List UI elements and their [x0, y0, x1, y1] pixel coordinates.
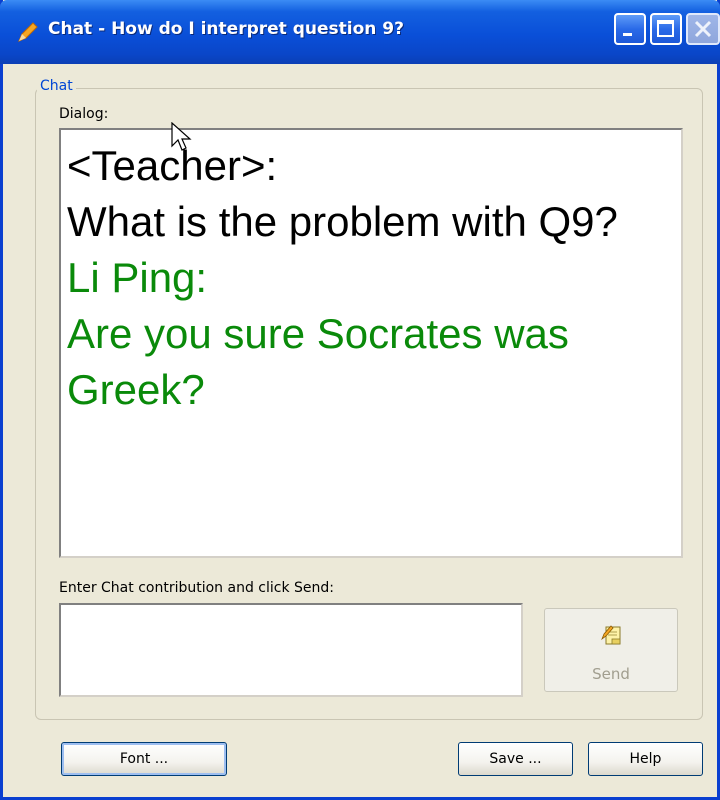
save-button[interactable]: Save ... — [458, 742, 573, 776]
title-bar[interactable]: Chat - How do I interpret question 9? — [0, 0, 720, 64]
maximize-button[interactable] — [650, 13, 682, 45]
message-sender: <Teacher>: — [67, 142, 278, 189]
message-text: Are you sure Socrates was Greek? — [67, 310, 569, 413]
minimize-button[interactable] — [614, 13, 646, 45]
note-pencil-icon — [601, 625, 621, 645]
help-button[interactable]: Help — [588, 742, 703, 776]
window-title: Chat - How do I interpret question 9? — [48, 19, 404, 39]
send-label: Send — [592, 665, 630, 683]
pencil-icon — [18, 22, 38, 42]
maximize-icon — [657, 20, 674, 37]
chat-contribution-input[interactable] — [59, 603, 523, 697]
mouse-cursor-icon — [171, 122, 192, 151]
minimize-icon — [623, 33, 632, 36]
font-button[interactable]: Font ... — [61, 742, 227, 776]
chat-window: Chat - How do I interpret question 9? Ch… — [0, 0, 720, 800]
close-icon — [694, 20, 712, 38]
dialog-transcript[interactable]: <Teacher>: What is the problem with Q9? … — [59, 128, 683, 558]
compose-label: Enter Chat contribution and click Send: — [59, 580, 334, 596]
send-button[interactable]: Send — [544, 608, 678, 692]
dialog-label: Dialog: — [59, 106, 109, 122]
close-button[interactable] — [686, 13, 720, 45]
chat-group-legend: Chat — [37, 78, 76, 94]
message-text: What is the problem with Q9? — [67, 198, 618, 245]
message-sender: Li Ping: — [67, 254, 208, 301]
